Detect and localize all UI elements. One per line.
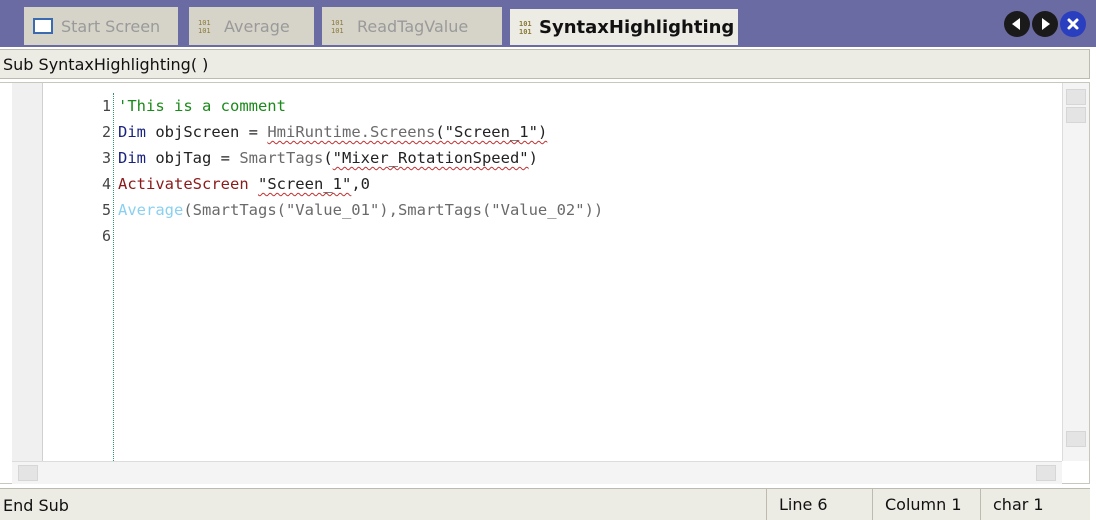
script-icon: 101 101	[519, 18, 537, 36]
code-token: objTag =	[146, 149, 240, 167]
tab-label: ReadTagValue	[357, 16, 469, 36]
tab-syntaxhighlighting[interactable]: 101 101 SyntaxHighlighting	[510, 9, 738, 45]
scroll-up-button[interactable]	[1066, 89, 1086, 105]
status-bar: End Sub Line 6 Column 1 char 1	[0, 488, 1090, 520]
code-area[interactable]: 'This is a comment Dim objScreen = HmiRun…	[118, 93, 603, 249]
svg-text:101: 101	[519, 20, 532, 28]
status-column: Column 1	[872, 489, 976, 520]
line-number: 4	[101, 175, 111, 193]
code-token: 'This is a comment	[118, 97, 286, 115]
code-token: ("Screen_1")	[435, 123, 548, 141]
gutter-divider	[113, 93, 114, 461]
code-editor[interactable]: 1 2 3 4 5 6 'This is a comment Dim objScreen =…	[0, 82, 1090, 484]
scroll-thumb[interactable]	[1066, 107, 1086, 123]
status-char: char 1	[980, 489, 1090, 520]
code-token: (	[323, 149, 333, 167]
code-token: ,0	[351, 175, 370, 193]
code-token: )	[528, 149, 538, 167]
svg-text:101: 101	[198, 19, 211, 27]
script-icon: 101 101	[331, 17, 349, 35]
scroll-down-button[interactable]	[1066, 431, 1086, 447]
code-line[interactable]: Dim objScreen = HmiRuntime.Screens("Scre…	[118, 119, 603, 145]
tab-readtagvalue[interactable]: 101 101 ReadTagValue	[322, 7, 502, 45]
code-token: "Screen_1"	[257, 175, 352, 193]
code-token: "Mixer_RotationSpeed"	[332, 149, 529, 167]
script-icon: 101 101	[198, 17, 216, 35]
line-number: 5	[101, 201, 111, 219]
svg-text:101: 101	[198, 27, 211, 35]
svg-text:101: 101	[331, 27, 344, 35]
code-token: Average	[118, 201, 184, 219]
tab-navigation	[1004, 11, 1086, 37]
scroll-right-button[interactable]	[1036, 465, 1056, 481]
svg-text:101: 101	[519, 28, 532, 36]
line-number: 6	[101, 227, 111, 245]
tab-label: SyntaxHighlighting	[539, 16, 735, 38]
line-number: 1	[101, 97, 111, 115]
tab-label: Average	[224, 16, 290, 36]
code-line[interactable]: Average(SmartTags("Value_01"),SmartTags(…	[118, 197, 603, 223]
code-token: HmiRuntime.Screens	[267, 123, 436, 141]
code-token: (SmartTags("Value_01"),SmartTags("Value_…	[183, 201, 604, 219]
arrow-right-icon[interactable]	[1032, 11, 1058, 37]
code-token: ActivateScreen	[118, 175, 258, 193]
code-token: SmartTags	[239, 149, 324, 167]
line-number: 3	[101, 149, 111, 167]
sub-footer: End Sub	[3, 496, 69, 515]
code-line[interactable]: ActivateScreen "Screen_1",0	[118, 171, 603, 197]
horizontal-scrollbar[interactable]	[12, 461, 1062, 484]
tab-label: Start Screen	[61, 16, 161, 36]
scroll-left-button[interactable]	[18, 465, 38, 481]
code-line[interactable]: Dim objTag = SmartTags("Mixer_RotationSp…	[118, 145, 603, 171]
screen-icon	[33, 18, 53, 34]
svg-text:101: 101	[331, 19, 344, 27]
tab-bar: Start Screen 101 101 Average 101 101 ReadT…	[0, 0, 1096, 47]
close-icon[interactable]	[1060, 11, 1086, 37]
line-number: 2	[101, 123, 111, 141]
line-number-gutter: 1 2 3 4 5 6	[42, 93, 113, 249]
tab-average[interactable]: 101 101 Average	[189, 7, 314, 45]
code-token: Dim	[118, 123, 146, 141]
code-token: objScreen =	[146, 123, 268, 141]
code-line[interactable]: 'This is a comment	[118, 93, 603, 119]
vertical-scrollbar[interactable]	[1062, 83, 1089, 461]
arrow-left-icon[interactable]	[1004, 11, 1030, 37]
sub-header: Sub SyntaxHighlighting( )	[0, 49, 1090, 79]
editor-margin	[12, 83, 43, 461]
code-line[interactable]	[118, 223, 603, 249]
code-token: Dim	[118, 149, 146, 167]
status-line: Line 6	[766, 489, 866, 520]
tab-start-screen[interactable]: Start Screen	[24, 7, 178, 45]
